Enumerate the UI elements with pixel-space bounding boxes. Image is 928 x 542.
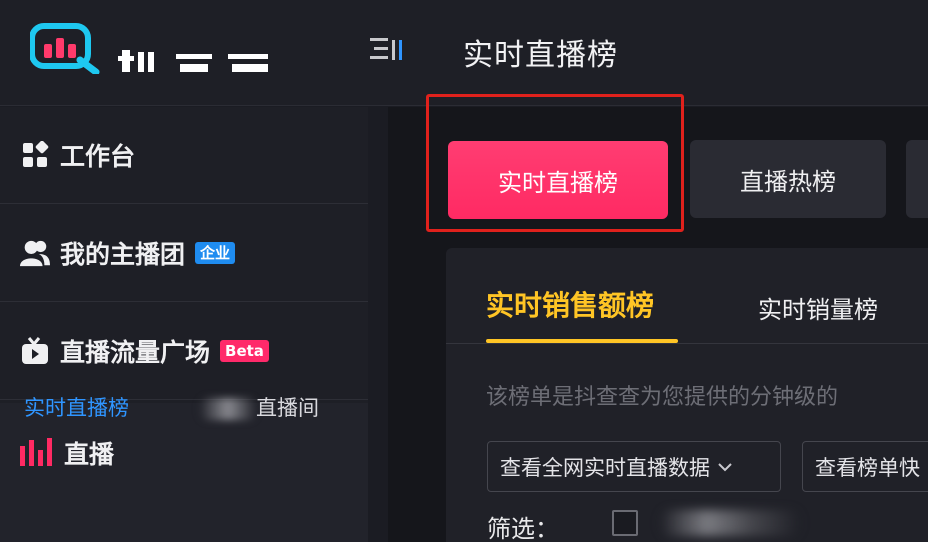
sidebar: 工作台 我的主播团 企业 直播流量广场 Beta 直播 [0,107,368,542]
tab-realtime-sales-volume[interactable]: 实时销量榜 [758,290,878,325]
sidebar-item-live-traffic-square[interactable]: 直播流量广场 Beta [0,303,368,400]
ranking-description: 该榜单是抖查查为您提供的分钟级的 [486,385,839,410]
select-value: 查看全网实时直播数据 [500,455,710,480]
tab-more[interactable] [906,140,928,218]
ranking-snapshot-select[interactable]: 查看榜单快 [802,441,928,492]
divider [446,343,928,344]
tab-realtime-live-ranking[interactable]: 实时直播榜 [448,141,668,219]
sidebar-item-workbench[interactable]: 工作台 [0,107,368,204]
workbench-grid-icon [20,140,50,170]
users-icon [20,238,50,268]
enterprise-badge: 企业 [195,242,236,264]
sidebar-item-label: 直播流量广场 [60,338,211,367]
tab-realtime-sales-amount[interactable]: 实时销售额榜 [486,284,654,324]
sublink-realtime-live-ranking[interactable]: 实时直播榜 [24,392,129,422]
douchacha-logo-icon[interactable] [29,22,102,76]
sidebar-item-label: 直播 [64,440,115,469]
menu-collapse-icon[interactable] [368,34,408,64]
select-value: 查看榜单快 [815,455,920,480]
tab-live-hot-ranking[interactable]: 直播热榜 [690,140,886,218]
bar-chart-icon [20,436,52,470]
sidebar-item-label: 工作台 [60,142,136,171]
tv-icon [20,336,50,366]
chevron-down-icon [718,457,732,476]
sublink-live-room[interactable]: 直播间 [256,392,319,422]
live-data-scope-select[interactable]: 查看全网实时直播数据 [487,441,781,492]
top-bar: 实时直播榜 [0,0,928,106]
sidebar-section-live: 直播 [0,403,368,542]
page-title: 实时直播榜 [463,38,618,73]
filter-label: 筛选： [487,515,559,542]
filter-checkbox[interactable] [612,510,638,536]
sidebar-item-label: 我的主播团 [60,240,186,269]
brand-wordmark [118,32,278,72]
beta-badge: Beta [220,340,269,362]
sidebar-item-my-anchor-team[interactable]: 我的主播团 企业 [0,205,368,302]
blurred-region [660,510,800,536]
blurred-region [200,398,256,420]
sidebar-item-live[interactable]: 直播 [20,435,114,471]
